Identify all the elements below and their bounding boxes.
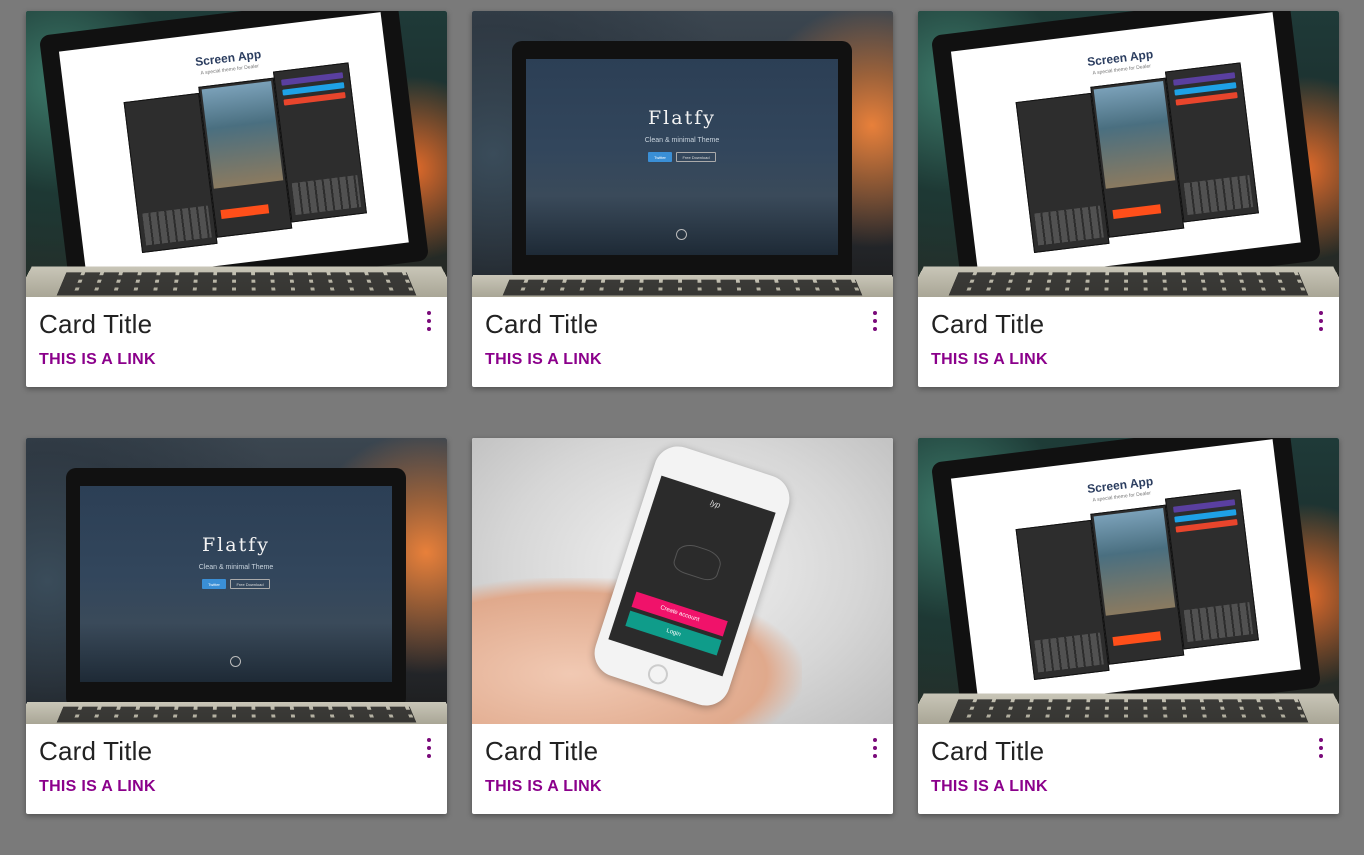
card-4[interactable]: Flatfy Clean & minimal Theme Twitter Fre…	[26, 438, 447, 814]
scroll-down-icon	[676, 229, 687, 240]
app-logo: lyp	[657, 481, 774, 527]
flatfy-download-button: Free Download	[230, 579, 270, 589]
card-link[interactable]: THIS IS A LINK	[485, 351, 602, 369]
card-title: Card Title	[485, 309, 598, 340]
more-vert-icon[interactable]	[869, 311, 881, 331]
card-3[interactable]: Screen App A special theme for Dealer Ca…	[918, 11, 1339, 387]
card-link[interactable]: THIS IS A LINK	[931, 351, 1048, 369]
card-title: Card Title	[931, 309, 1044, 340]
more-vert-icon[interactable]	[1315, 311, 1327, 331]
card-image-flatfy[interactable]: Flatfy Clean & minimal Theme Twitter Fre…	[26, 438, 447, 724]
card-link[interactable]: THIS IS A LINK	[931, 778, 1048, 796]
more-vert-icon[interactable]	[423, 738, 435, 758]
more-vert-icon[interactable]	[1315, 738, 1327, 758]
card-link[interactable]: THIS IS A LINK	[39, 351, 156, 369]
more-vert-icon[interactable]	[869, 738, 881, 758]
card-1[interactable]: Screen App A special theme for Dealer Ca…	[26, 11, 447, 387]
flatfy-subtitle: Clean & minimal Theme	[526, 137, 838, 144]
card-grid: Screen App A special theme for Dealer Ca…	[0, 0, 1364, 855]
card-content: Card Title THIS IS A LINK	[472, 297, 893, 387]
card-image-screen-app[interactable]: Screen App A special theme for Dealer	[26, 11, 447, 297]
hippo-logo-icon	[671, 541, 724, 584]
card-title: Card Title	[39, 736, 152, 767]
card-image-flatfy[interactable]: Flatfy Clean & minimal Theme Twitter Fre…	[472, 11, 893, 297]
card-content: Card Title THIS IS A LINK	[918, 724, 1339, 814]
flatfy-title: Flatfy	[80, 534, 392, 556]
card-title: Card Title	[931, 736, 1044, 767]
card-title: Card Title	[39, 309, 152, 340]
card-content: Card Title THIS IS A LINK	[472, 724, 893, 814]
flatfy-primary-button: Twitter	[648, 152, 672, 162]
flatfy-download-button: Free Download	[676, 152, 716, 162]
card-image-screen-app[interactable]: Screen App A special theme for Dealer	[918, 438, 1339, 724]
flatfy-subtitle: Clean & minimal Theme	[80, 564, 392, 571]
card-content: Card Title THIS IS A LINK	[26, 724, 447, 814]
more-vert-icon[interactable]	[423, 311, 435, 331]
card-6[interactable]: Screen App A special theme for Dealer Ca…	[918, 438, 1339, 814]
card-content: Card Title THIS IS A LINK	[26, 297, 447, 387]
card-title: Card Title	[485, 736, 598, 767]
card-image-screen-app[interactable]: Screen App A special theme for Dealer	[918, 11, 1339, 297]
flatfy-primary-button: Twitter	[202, 579, 226, 589]
card-link[interactable]: THIS IS A LINK	[39, 778, 156, 796]
card-image-phone-app[interactable]: lyp Create account Login	[472, 438, 893, 724]
flatfy-title: Flatfy	[526, 107, 838, 129]
card-2[interactable]: Flatfy Clean & minimal Theme Twitter Fre…	[472, 11, 893, 387]
card-5[interactable]: lyp Create account Login Card Title THIS…	[472, 438, 893, 814]
scroll-down-icon	[230, 656, 241, 667]
card-link[interactable]: THIS IS A LINK	[485, 778, 602, 796]
card-content: Card Title THIS IS A LINK	[918, 297, 1339, 387]
